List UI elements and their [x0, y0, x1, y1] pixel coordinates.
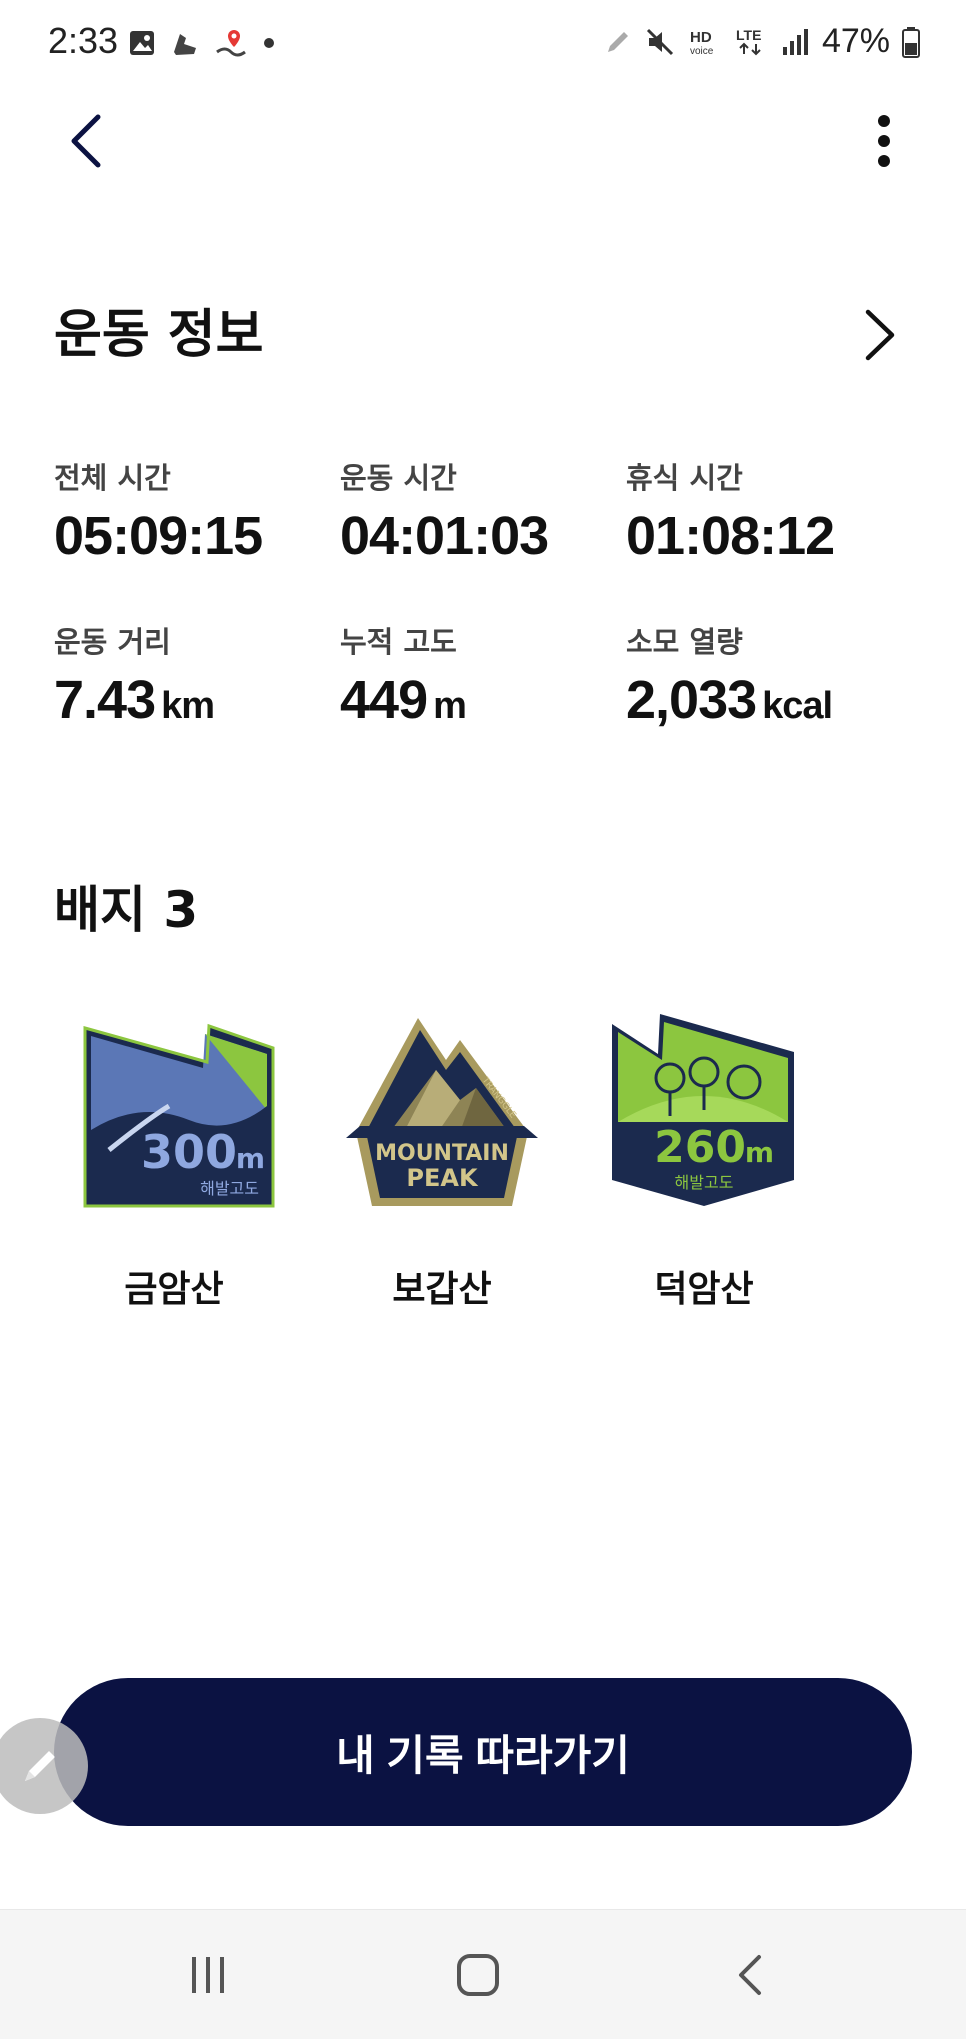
altitude-badge-icon: 300 m 해발고도	[83, 1023, 275, 1208]
stat-total-time: 전체 시간 05:09:15	[54, 455, 334, 567]
nav-back-button[interactable]	[710, 1940, 790, 2010]
stat-calories: 소모 열량 2,033 kcal	[626, 619, 906, 731]
stat-value: 449 m	[340, 670, 467, 730]
svg-text:m: m	[745, 1136, 774, 1169]
status-time: 2:33	[48, 20, 119, 61]
status-notification-icons	[128, 26, 276, 60]
status-system-icons: HD voice LTE 47%	[604, 22, 920, 61]
app-bar	[0, 90, 966, 190]
badges-title: 배지 3	[54, 881, 199, 939]
stat-label: 운동 거리	[54, 625, 171, 659]
section-title: 운동 정보	[54, 305, 264, 365]
home-icon	[457, 1954, 499, 1996]
stat-label: 휴식 시간	[626, 461, 743, 495]
badge-item[interactable]: 300 m 해발고도 금암산	[54, 1010, 294, 1320]
stat-label: 누적 고도	[340, 625, 457, 659]
more-options-button[interactable]	[854, 106, 914, 176]
status-bar: 2:33 HD voice LTE 47%	[0, 0, 966, 90]
system-nav-bar	[0, 1909, 966, 2039]
stat-value: 05:09:15	[54, 506, 263, 566]
svg-text:해발고도: 해발고도	[675, 1173, 734, 1192]
stat-unit: km	[161, 685, 215, 727]
svg-text:300: 300	[141, 1125, 237, 1179]
more-vertical-icon	[878, 115, 890, 167]
stat-unit: kcal	[762, 685, 833, 727]
stat-unit: m	[433, 685, 467, 727]
altitude-badge-icon: 260 m 해발고도	[612, 1014, 794, 1206]
badges-row: 300 m 해발고도 금암산 MOUNTAIN PEAK TRANGGLE 보갑…	[54, 1010, 914, 1320]
badge-name: 덕암산	[654, 1269, 754, 1310]
home-button[interactable]	[438, 1940, 518, 2010]
stat-label: 운동 시간	[340, 461, 457, 495]
stat-value: 2,033 kcal	[626, 670, 833, 730]
location-pin-icon	[216, 30, 246, 57]
stat-distance: 운동 거리 7.43 km	[54, 619, 334, 731]
signal-icon	[782, 28, 808, 55]
mountain-peak-badge-icon: MOUNTAIN PEAK TRANGGLE	[346, 1018, 538, 1206]
shoe-icon	[174, 34, 196, 55]
svg-text:해발고도: 해발고도	[200, 1179, 259, 1198]
back-button[interactable]	[56, 106, 116, 176]
badge-name: 보갑산	[392, 1269, 492, 1310]
svg-text:m: m	[236, 1142, 265, 1175]
stat-label: 소모 열량	[626, 625, 743, 659]
recent-apps-button[interactable]	[168, 1940, 248, 2010]
pen-icon	[607, 31, 628, 52]
stat-exercise-time: 운동 시간 04:01:03	[340, 455, 620, 567]
gallery-icon	[130, 31, 154, 55]
svg-text:260: 260	[654, 1122, 746, 1173]
follow-my-record-button[interactable]: 내 기록 따라가기	[54, 1678, 912, 1826]
stat-value: 04:01:03	[340, 506, 549, 566]
pencil-icon	[25, 1751, 55, 1781]
badge-item[interactable]: 260 m 해발고도 덕암산	[584, 1010, 824, 1320]
svg-text:voice: voice	[690, 46, 714, 57]
recent-apps-icon	[192, 1957, 224, 1993]
battery-percent: 47%	[821, 22, 890, 60]
mute-icon	[646, 28, 673, 55]
stat-rest-time: 휴식 시간 01:08:12	[626, 455, 906, 567]
badge-item[interactable]: MOUNTAIN PEAK TRANGGLE 보갑산	[322, 1010, 562, 1320]
svg-text:PEAK: PEAK	[406, 1164, 479, 1192]
stat-value: 7.43 km	[54, 670, 215, 730]
stat-elevation: 누적 고도 449 m	[340, 619, 620, 731]
stat-label: 전체 시간	[54, 461, 171, 495]
dot-icon	[264, 38, 274, 48]
nav-back-icon	[739, 1955, 761, 1995]
svg-text:HD: HD	[690, 29, 712, 46]
battery-icon	[902, 26, 920, 58]
chevron-left-icon	[71, 114, 101, 168]
lte-icon: LTE	[736, 27, 761, 55]
badge-name: 금암산	[124, 1269, 224, 1310]
exercise-info-header[interactable]: 운동 정보	[54, 290, 910, 380]
stat-value: 01:08:12	[626, 506, 835, 566]
svg-text:LTE: LTE	[736, 27, 761, 43]
hd-voice-icon: HDvoice	[690, 29, 714, 57]
svg-text:MOUNTAIN: MOUNTAIN	[375, 1141, 509, 1166]
chevron-right-icon[interactable]	[850, 300, 910, 370]
